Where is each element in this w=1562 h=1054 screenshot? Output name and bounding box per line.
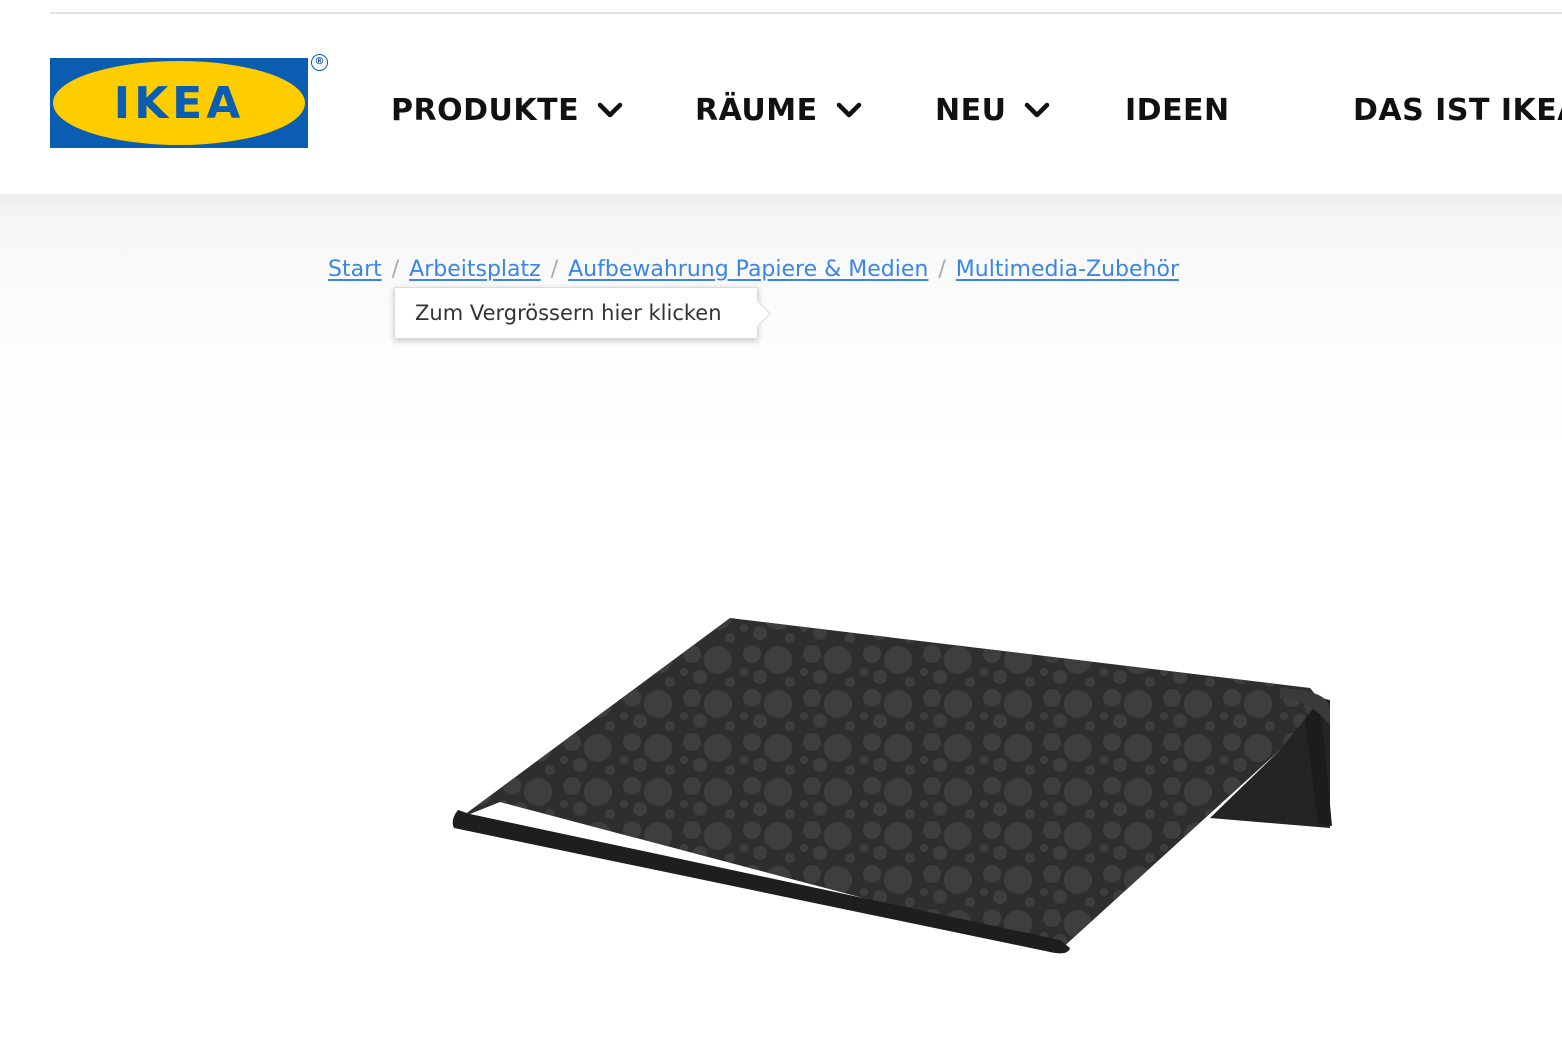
nav-item-raeume[interactable]: RÄUME [695, 88, 862, 132]
chevron-down-icon [836, 102, 861, 118]
breadcrumb-separator: / [938, 256, 946, 282]
breadcrumb-link-start[interactable]: Start [328, 257, 382, 282]
main-navigation: PRODUKTE RÄUME NEU IDEEN DAS IST IKEA [0, 88, 1562, 132]
nav-item-neu[interactable]: NEU [935, 88, 1050, 132]
stand-surface-pattern [460, 618, 1320, 950]
breadcrumb-separator: / [391, 256, 400, 282]
product-image[interactable] [440, 600, 1340, 970]
breadcrumb-link-arbeitsplatz[interactable]: Arbeitsplatz [409, 257, 541, 282]
chevron-down-icon [1025, 102, 1050, 118]
site-header: IKEA ® PRODUKTE RÄUME NEU IDEEN DAS IST … [0, 14, 1562, 194]
nav-item-ideen[interactable]: IDEEN [1125, 88, 1230, 132]
nav-item-label: IDEEN [1125, 92, 1230, 128]
tooltip-text: Zum Vergrössern hier klicken [415, 301, 722, 325]
nav-item-das-ist-ikea[interactable]: DAS IST IKEA [1353, 88, 1562, 132]
nav-item-label: NEU [935, 92, 1007, 128]
chevron-down-icon [597, 102, 623, 118]
registered-trademark-icon: ® [311, 54, 328, 71]
nav-item-label: RÄUME [695, 92, 818, 128]
nav-item-produkte[interactable]: PRODUKTE [391, 88, 623, 132]
breadcrumb: Start / Arbeitsplatz / Aufbewahrung Papi… [328, 254, 1179, 284]
nav-item-label: PRODUKTE [391, 92, 580, 128]
page: IKEA ® PRODUKTE RÄUME NEU IDEEN DAS IST … [0, 0, 1562, 1054]
nav-item-label: DAS IST IKEA [1353, 92, 1562, 128]
zoom-tooltip: Zum Vergrössern hier klicken [394, 287, 771, 339]
breadcrumb-link-aufbewahrung[interactable]: Aufbewahrung Papiere & Medien [568, 257, 928, 282]
breadcrumb-link-multimedia-zubehoer[interactable]: Multimedia-Zubehör [956, 257, 1179, 282]
breadcrumb-separator: / [550, 256, 559, 282]
